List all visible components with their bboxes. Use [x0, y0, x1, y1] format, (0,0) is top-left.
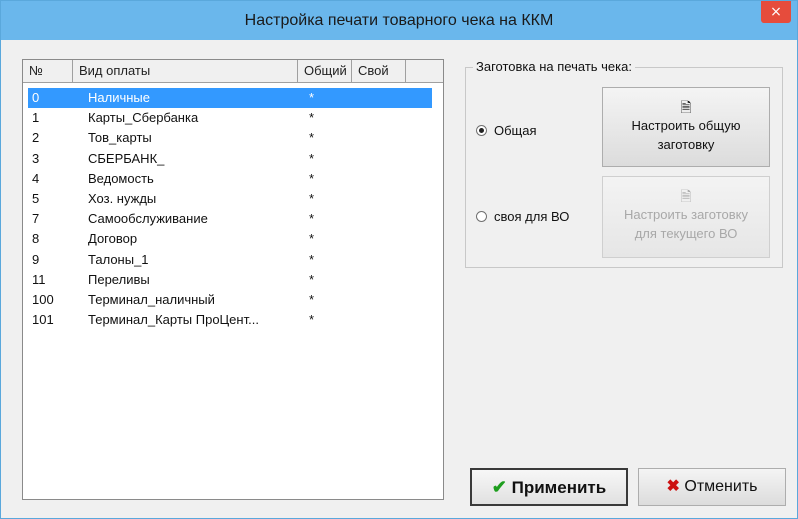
cancel-button[interactable]: ✖ Отменить: [638, 468, 786, 506]
configure-own-line2: для текущего ВО: [634, 226, 738, 241]
cancel-label: Отменить: [684, 478, 758, 495]
row-number: 9: [32, 251, 40, 267]
list-row[interactable]: 3 СБЕРБАНК_ *: [23, 149, 443, 169]
row-payment-type: Карты_Сбербанка: [88, 110, 199, 126]
row-number: 100: [32, 291, 54, 307]
row-number: 8: [32, 231, 40, 247]
row-common-flag: *: [309, 150, 315, 166]
template-group-title: Заготовка на печать чека:: [473, 59, 635, 75]
configure-common-line1: Настроить общую: [631, 118, 741, 133]
list-row[interactable]: 2 Тов_карты *: [23, 128, 443, 148]
document-icon: 🗎: [680, 188, 692, 204]
radio-own-label: своя для ВО: [494, 209, 570, 224]
list-rows: 0 Наличные * 1 Карты_Сбербанка * 2 Тов_к…: [23, 88, 443, 330]
configure-own-template-button[interactable]: 🗎 Настроить заготовку для текущего ВО: [602, 176, 770, 258]
apply-label: Применить: [511, 478, 607, 497]
list-row[interactable]: 9 Талоны_1 *: [23, 250, 443, 270]
row-common-flag: *: [309, 231, 315, 247]
row-common-flag: *: [309, 312, 315, 328]
list-header: № Вид оплаты Общий Свой: [23, 60, 443, 83]
close-button[interactable]: ×: [761, 1, 791, 23]
column-header-payment-type[interactable]: Вид оплаты: [73, 60, 298, 82]
row-payment-type: Терминал_наличный: [88, 291, 215, 307]
row-number: 7: [32, 211, 40, 227]
column-header-number[interactable]: №: [23, 60, 73, 82]
apply-button[interactable]: ✔ Применить: [470, 468, 628, 506]
radio-common-label: Общая: [494, 123, 537, 138]
list-row[interactable]: 11 Переливы *: [23, 270, 443, 290]
row-common-flag: *: [309, 130, 315, 146]
list-row[interactable]: 4 Ведомость *: [23, 169, 443, 189]
list-row[interactable]: 101 Терминал_Карты ПроЦент... *: [23, 310, 443, 330]
title-bar[interactable]: Настройка печати товарного чека на ККМ ×: [1, 1, 797, 40]
radio-unchecked-icon: [476, 211, 487, 222]
row-number: 0: [32, 90, 40, 105]
row-payment-type: Самообслуживание: [88, 211, 208, 227]
document-icon: 🗎: [680, 99, 692, 115]
row-number: 5: [32, 190, 40, 206]
row-common-flag: *: [309, 190, 315, 206]
list-row[interactable]: 0 Наличные *: [28, 88, 432, 109]
row-payment-type: СБЕРБАНК_: [88, 150, 165, 166]
row-common-flag: *: [309, 251, 315, 267]
list-row[interactable]: 8 Договор *: [23, 229, 443, 249]
row-payment-type: Договор: [88, 231, 138, 247]
row-payment-type: Талоны_1: [88, 251, 149, 267]
row-number: 4: [32, 170, 40, 186]
row-common-flag: *: [309, 110, 315, 126]
radio-common-template[interactable]: Общая: [476, 121, 606, 141]
cross-icon: ✖: [666, 478, 680, 495]
row-common-flag: *: [309, 211, 315, 227]
list-row[interactable]: 1 Карты_Сбербанка *: [23, 108, 443, 128]
payment-types-list[interactable]: № Вид оплаты Общий Свой 0 Наличные * 1 К…: [22, 59, 444, 500]
configure-own-line1: Настроить заготовку: [623, 207, 748, 222]
dialog-window: Настройка печати товарного чека на ККМ ×…: [0, 0, 798, 519]
radio-own-template[interactable]: своя для ВО: [476, 207, 606, 227]
close-icon: ×: [770, 4, 782, 20]
row-payment-type: Переливы: [88, 271, 150, 287]
radio-checked-icon: [476, 125, 487, 136]
row-number: 11: [32, 271, 46, 287]
row-payment-type: Терминал_Карты ПроЦент...: [88, 312, 259, 328]
list-row[interactable]: 5 Хоз. нужды *: [23, 189, 443, 209]
row-common-flag: *: [309, 271, 315, 287]
column-header-own[interactable]: Свой: [352, 60, 406, 82]
row-number: 1: [32, 110, 40, 126]
column-header-common[interactable]: Общий: [298, 60, 352, 82]
row-number: 101: [32, 312, 54, 328]
configure-common-line2: заготовку: [657, 137, 715, 152]
row-common-flag: *: [309, 170, 315, 186]
row-payment-type: Ведомость: [88, 170, 154, 186]
row-common-flag: *: [309, 291, 315, 307]
row-payment-type: Тов_карты: [88, 130, 152, 146]
row-common-flag: *: [309, 90, 315, 105]
row-payment-type: Хоз. нужды: [88, 190, 157, 206]
row-payment-type: Наличные: [88, 90, 150, 105]
window-title: Настройка печати товарного чека на ККМ: [244, 12, 554, 29]
row-number: 2: [32, 130, 40, 146]
row-number: 3: [32, 150, 40, 166]
list-row[interactable]: 100 Терминал_наличный *: [23, 290, 443, 310]
checkmark-icon: ✔: [491, 477, 507, 497]
configure-common-template-button[interactable]: 🗎 Настроить общую заготовку: [602, 87, 770, 167]
list-row[interactable]: 7 Самообслуживание *: [23, 209, 443, 229]
